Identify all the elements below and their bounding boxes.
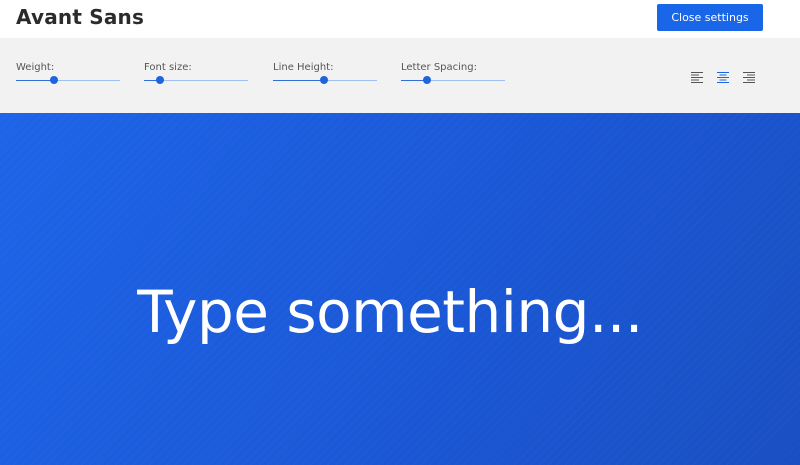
- preview-canvas: Type something...: [0, 113, 800, 465]
- close-settings-button[interactable]: Close settings: [657, 4, 763, 31]
- slider-thumb[interactable]: [50, 76, 59, 84]
- slider-thumb[interactable]: [423, 76, 431, 84]
- align-center-icon[interactable]: [716, 69, 730, 83]
- letter-spacing-slider[interactable]: [401, 76, 505, 86]
- line-height-slider[interactable]: [273, 76, 377, 86]
- font-size-control: Font size:: [144, 38, 248, 113]
- font-size-slider[interactable]: [144, 76, 248, 86]
- letter-spacing-control: Letter Spacing:: [401, 38, 505, 113]
- font-size-label: Font size:: [144, 62, 192, 73]
- align-right-icon[interactable]: [742, 69, 756, 83]
- header: Avant Sans Close settings: [0, 0, 800, 38]
- preview-text-input[interactable]: Type something...: [0, 283, 780, 341]
- slider-thumb[interactable]: [155, 76, 164, 84]
- letter-spacing-label: Letter Spacing:: [401, 62, 477, 73]
- weight-control: Weight:: [16, 38, 120, 113]
- slider-thumb[interactable]: [319, 76, 328, 84]
- slider-fill: [16, 80, 55, 81]
- line-height-control: Line Height:: [273, 38, 377, 113]
- align-left-icon[interactable]: [690, 69, 704, 83]
- text-alignment-group: [690, 69, 760, 83]
- weight-slider[interactable]: [16, 76, 120, 86]
- line-height-label: Line Height:: [273, 62, 334, 73]
- weight-label: Weight:: [16, 62, 55, 73]
- app-title: Avant Sans: [16, 5, 145, 29]
- slider-fill: [273, 80, 324, 81]
- settings-bar: Weight: Font size: Line Height: Letter S…: [0, 38, 800, 113]
